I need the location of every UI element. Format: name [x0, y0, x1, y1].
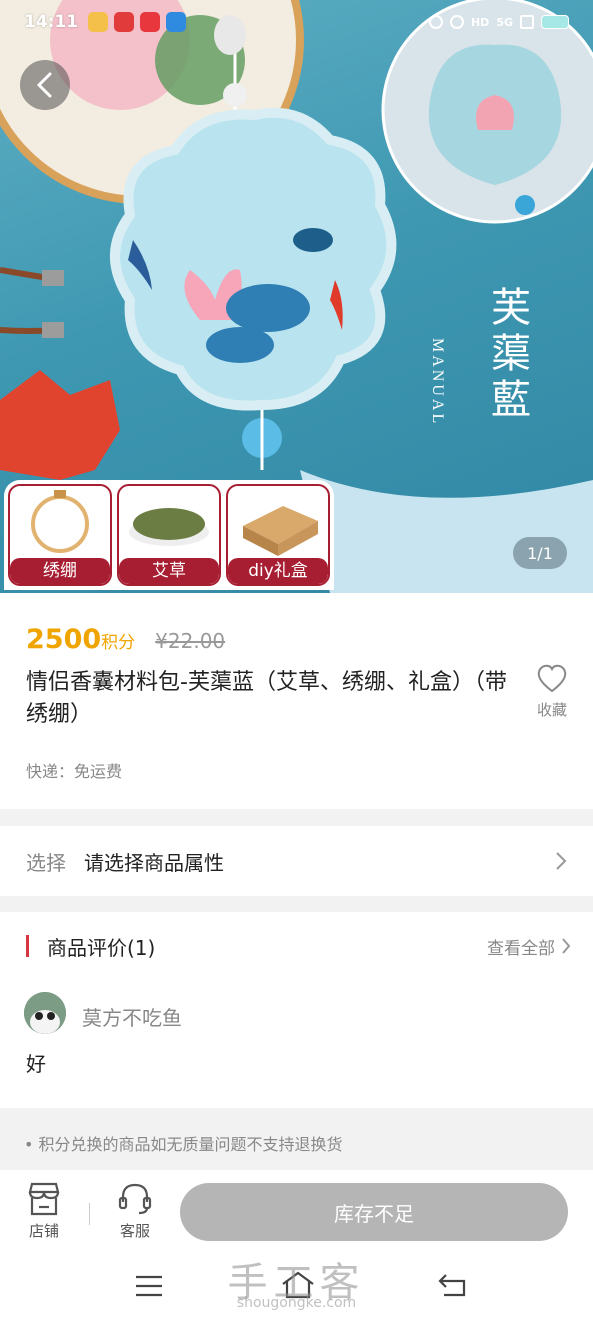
chevron-right-icon: [562, 938, 571, 954]
weibo-icon: [88, 12, 109, 32]
reviews-header: 商品评价(1) 查看全部: [26, 932, 571, 960]
status-system-icons: HD 5G: [428, 15, 569, 29]
service-label: 客服: [119, 1222, 150, 1240]
network-label: 5G: [496, 15, 513, 29]
view-all-label: 查看全部: [487, 938, 555, 959]
thumb-label: 艾草: [119, 558, 219, 584]
mute-icon: [449, 15, 464, 29]
section-accent-bar: [26, 935, 29, 957]
hero-title: 芙蕖藍: [491, 285, 531, 423]
shop-button[interactable]: 店铺: [14, 1182, 74, 1241]
select-value: 请选择商品属性: [84, 850, 224, 875]
product-name: 情侣香囊材料包-芙蕖蓝（艾草、绣绷、礼盒）（带绣绷）: [26, 670, 507, 727]
gift-box-icon: [243, 506, 318, 556]
price-points: 2500: [26, 624, 102, 655]
back-arrow-icon: [36, 72, 52, 98]
review-username: 莫方不吃鱼: [82, 1006, 182, 1030]
image-counter: 1/1: [513, 537, 567, 569]
hd-label: HD: [470, 15, 490, 29]
app-icon: [114, 12, 135, 32]
return-policy-notice: • 积分兑换的商品如无质量问题不支持退换货: [24, 1135, 343, 1154]
alarm-icon: [428, 15, 443, 29]
bottom-action-bar: 店铺 客服 库存不足: [0, 1170, 593, 1250]
thumb-gift-box: diy礼盒: [226, 484, 330, 586]
reviews-title: 商品评价(1): [47, 935, 156, 960]
headset-icon: [118, 1183, 152, 1215]
favorite-label: 收藏: [536, 701, 567, 719]
product-image-gallery[interactable]: 芙蕖藍 MANUAL 14:11 HD 5G 1/1 绣绷 艾草 diy礼盒: [0, 0, 593, 593]
embroidery-hoop-icon: [31, 490, 89, 553]
watermark-en: shougongke.com: [236, 1295, 357, 1311]
chevron-right-icon: [556, 852, 567, 870]
customer-service-button[interactable]: 客服: [105, 1182, 165, 1241]
heart-icon: [537, 664, 567, 693]
reviews-section: 商品评价(1) 查看全部 莫方不吃鱼 好: [0, 912, 593, 1108]
hero-subtitle: MANUAL: [429, 338, 446, 427]
wifi-icon: [520, 15, 534, 29]
status-bar: 14:11 HD 5G: [0, 0, 593, 44]
favorite-button[interactable]: 收藏: [530, 663, 574, 720]
thumb-embroidery-hoop: 绣绷: [8, 484, 112, 586]
included-items-strip: 绣绷 艾草 diy礼盒: [4, 480, 334, 590]
price-unit: 积分: [101, 633, 136, 653]
select-attributes-row[interactable]: 选择 请选择商品属性: [0, 826, 593, 896]
review-text: 好: [26, 1052, 46, 1076]
shop-icon: [28, 1182, 60, 1216]
news-icon: [140, 12, 161, 32]
avatar: [24, 992, 66, 1034]
thumb-mugwort: 艾草: [117, 484, 221, 586]
select-key: 选择: [26, 850, 66, 875]
status-time: 14:11: [24, 12, 79, 32]
shop-label: 店铺: [28, 1222, 59, 1240]
thumb-label: 绣绷: [10, 558, 110, 584]
divider: [89, 1203, 90, 1225]
view-all-reviews-link[interactable]: 查看全部: [487, 934, 571, 959]
out-of-stock-button[interactable]: 库存不足: [180, 1183, 568, 1241]
mugwort-bowl-icon: [129, 508, 209, 546]
thumb-label: diy礼盒: [228, 558, 328, 584]
back-button[interactable]: [20, 60, 70, 110]
status-notification-icons: [88, 12, 187, 32]
chat-icon: [166, 12, 187, 32]
user-avatar-image: [24, 992, 66, 1034]
battery-icon: [541, 15, 569, 29]
price-row: 2500 积分 ¥22.00: [26, 624, 225, 655]
original-price: ¥22.00: [155, 629, 226, 653]
shipping-info: 快递：免运费: [26, 762, 123, 781]
product-info: 2500 积分 ¥22.00 情侣香囊材料包-芙蕖蓝（艾草、绣绷、礼盒）（带绣绷…: [0, 593, 593, 809]
